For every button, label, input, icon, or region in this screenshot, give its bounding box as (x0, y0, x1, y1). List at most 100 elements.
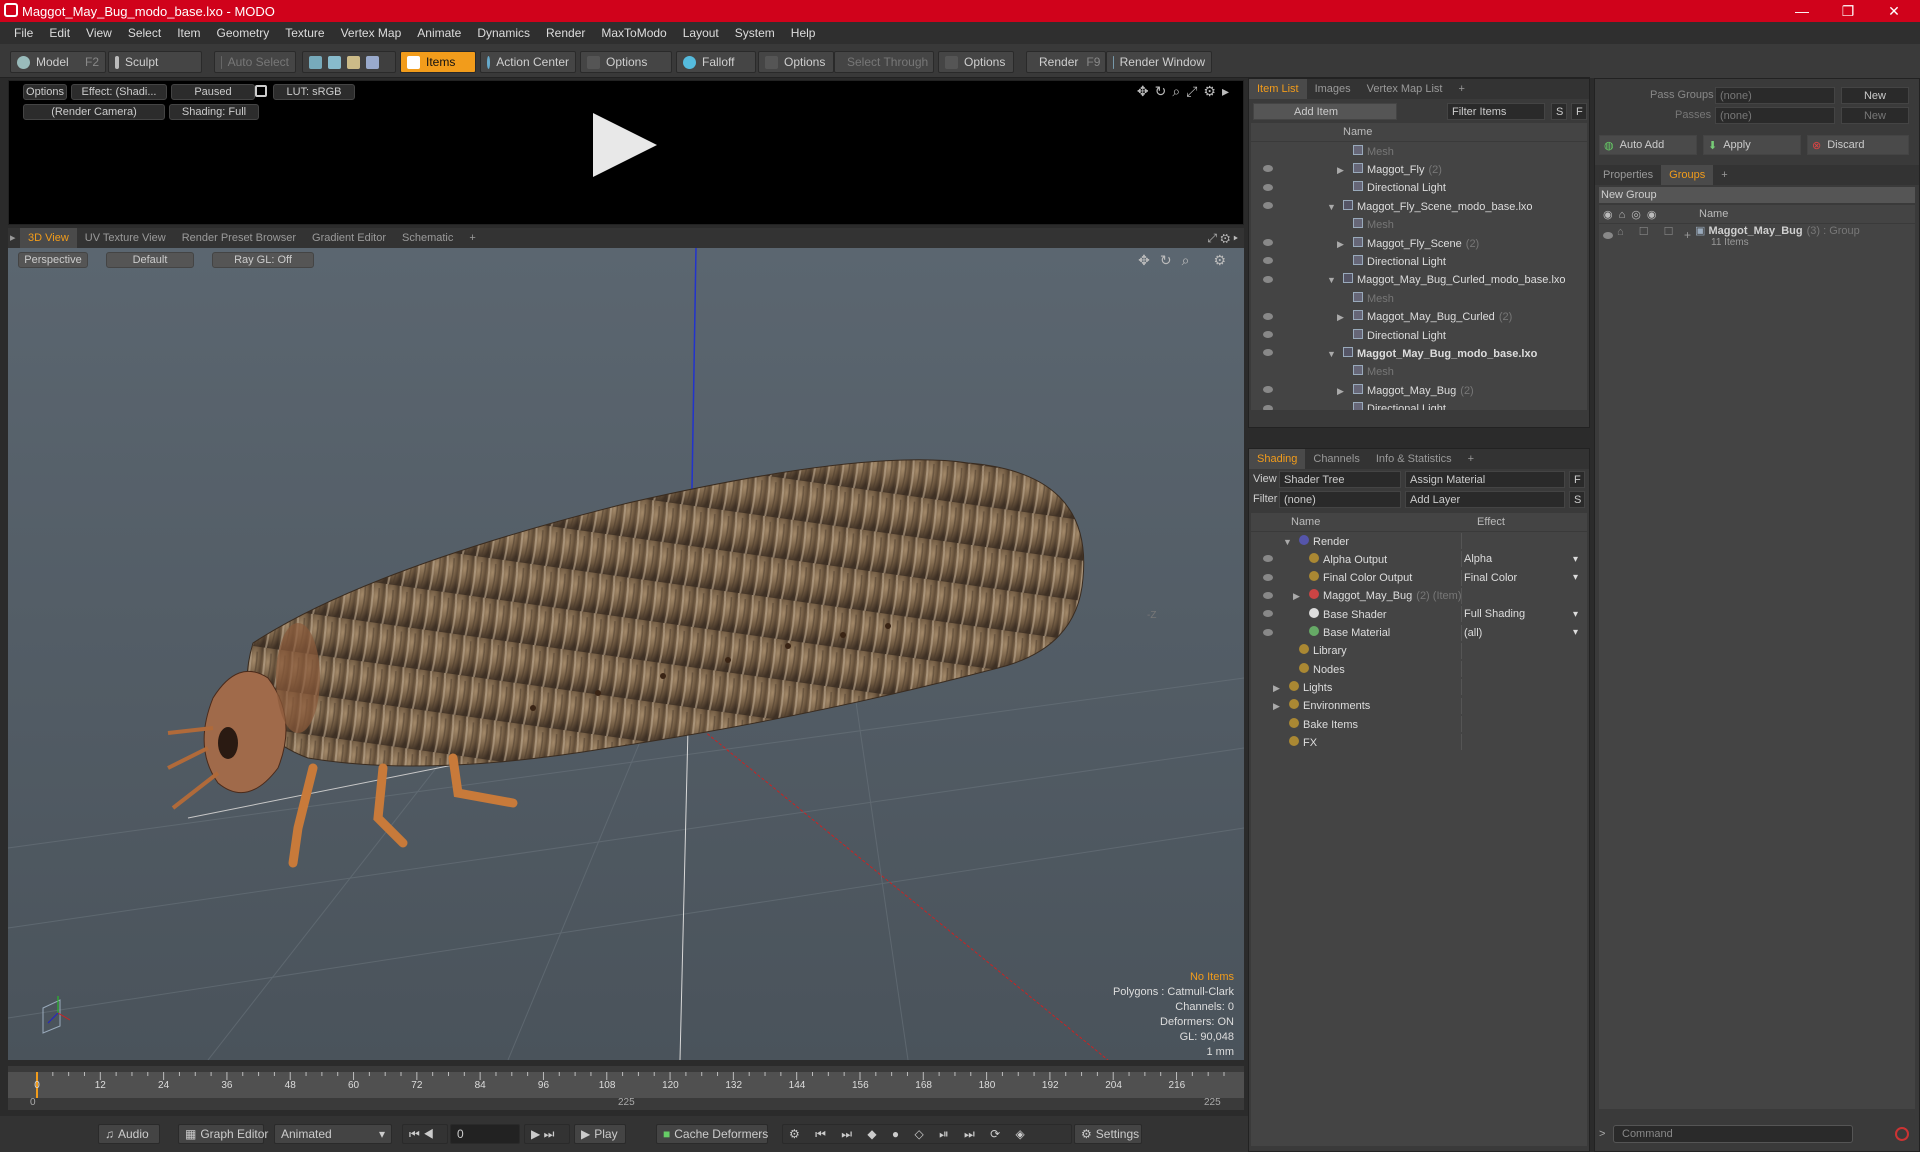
menu-maxtomodo[interactable]: MaxToModo (601, 26, 666, 40)
close-icon[interactable]: ✕ (1872, 0, 1916, 22)
render-window-button[interactable]: Render Window (1106, 51, 1212, 73)
expand-arrow-icon[interactable]: ▼ (1327, 202, 1339, 212)
chevron-down-icon[interactable]: ▾ (1573, 554, 1578, 565)
f-toggle[interactable]: F (1571, 103, 1587, 120)
record-macro-icon[interactable] (1895, 1127, 1909, 1141)
view-dropdown[interactable]: Shader Tree (1279, 471, 1401, 488)
s-toggle[interactable]: S (1551, 103, 1567, 120)
menu-help[interactable]: Help (791, 26, 816, 40)
item-list-row[interactable]: ▼ Maggot_May_Bug_Curled_modo_base.lxo (1251, 271, 1587, 289)
shader-tree-row[interactable]: ▼ Render (1251, 532, 1587, 550)
visibility-eye-icon[interactable] (1263, 386, 1273, 394)
select-through-options-button[interactable]: Options (938, 51, 1014, 73)
polygons-icon[interactable] (347, 55, 360, 69)
expand-arrow-icon[interactable]: ▶ (1337, 239, 1349, 250)
timeline[interactable]: 0 12 24 36 48 60 72 84 96 108 120 132 144 156 168 180 19… (8, 1066, 1244, 1110)
maggot-model[interactable] (167, 459, 1085, 868)
3d-viewport[interactable]: Perspective Default Ray GL: Off ✥ ↻ ⌕ ⚙ -Z … (8, 248, 1244, 1060)
shader-tree-row[interactable]: Alpha Output Alpha ▾ (1251, 550, 1587, 568)
shader-tree-row[interactable]: Nodes (1251, 660, 1587, 678)
visibility-eye-icon[interactable] (1263, 331, 1273, 338)
expand-arrow-icon[interactable]: ▶ (1337, 165, 1349, 176)
apply-button[interactable]: ⬇ Apply (1703, 135, 1801, 155)
auto-add-button[interactable]: ◍ Auto Add (1599, 135, 1697, 155)
items-mode-button[interactable]: Items (400, 51, 476, 73)
visibility-eye-icon[interactable] (1263, 628, 1273, 636)
item-list-row[interactable]: Mesh (1251, 216, 1587, 234)
visibility-eye-icon[interactable] (1263, 165, 1273, 173)
action-center-button[interactable]: Action Center (480, 51, 576, 73)
audio-button[interactable]: ♫ Audio (98, 1124, 160, 1144)
menu-file[interactable]: File (14, 26, 33, 40)
selection-mode-icons[interactable] (302, 51, 396, 73)
tab-groups[interactable]: Groups (1661, 165, 1714, 185)
menu-select[interactable]: Select (128, 26, 161, 40)
render-camera-dropdown[interactable]: (Render Camera) (23, 104, 165, 120)
visibility-eye-icon[interactable] (1263, 555, 1273, 563)
filter-items-input[interactable]: Filter Items (1447, 103, 1545, 120)
shading-dropdown[interactable]: Shading: Full (169, 104, 259, 120)
tab-render-preset-browser[interactable]: Render Preset Browser (174, 228, 304, 248)
default-style-dropdown[interactable]: Default (106, 252, 194, 268)
visibility-eye-icon[interactable] (1263, 404, 1273, 410)
visibility-eye-icon[interactable] (1263, 349, 1273, 357)
expand-arrow-icon[interactable]: ▼ (1327, 275, 1339, 285)
add-tab-icon[interactable]: + (461, 228, 483, 248)
effect-dropdown[interactable]: Effect: (Shadi... (71, 84, 167, 100)
passes-dropdown[interactable]: (none) (1715, 107, 1835, 124)
visibility-eye-icon[interactable] (1603, 232, 1613, 239)
rotate-icon[interactable]: ↻ (1155, 83, 1167, 100)
tab-3d-view[interactable]: 3D View (20, 228, 77, 248)
vertices-icon[interactable] (309, 55, 322, 69)
layer-effect[interactable]: Final Color (1461, 569, 1581, 586)
panel-menu-icon[interactable]: ▸ (8, 228, 20, 248)
item-list-row[interactable]: ▶ Maggot_May_Bug (2) (1251, 381, 1587, 399)
checkbox-icon[interactable] (945, 55, 958, 69)
key-controls[interactable]: ⚙ ⏮ ⏭ ◆ ● ◇ ⏯ ⏭ ⟳ ◈ (782, 1124, 1072, 1144)
f-toggle[interactable]: F (1569, 471, 1585, 488)
checkbox-icon[interactable] (587, 55, 600, 69)
play-render-icon[interactable] (593, 113, 657, 177)
shader-tree-row[interactable]: FX (1251, 733, 1587, 751)
frame-field[interactable]: 0 (450, 1124, 520, 1144)
select-through-button[interactable]: Select Through (834, 51, 934, 73)
expand-arrow-icon[interactable]: ▶ (1273, 683, 1285, 694)
tab-shading[interactable]: Shading (1249, 449, 1306, 469)
item-list-row[interactable]: ▶ Maggot_Fly_Scene (2) (1251, 234, 1587, 252)
zoom-icon[interactable]: ⌕ (1172, 83, 1180, 100)
menu-geometry[interactable]: Geometry (217, 26, 270, 40)
animated-dropdown[interactable]: Animated ▾ (274, 1124, 392, 1144)
visibility-eye-icon[interactable] (1263, 183, 1273, 191)
settings-button[interactable]: ⚙ Settings (1074, 1124, 1142, 1144)
pass-groups-dropdown[interactable]: (none) (1715, 87, 1835, 104)
menu-system[interactable]: System (735, 26, 775, 40)
new-pass-group-button[interactable]: New (1841, 87, 1909, 104)
shader-tree-row[interactable]: Base Shader Full Shading ▾ (1251, 605, 1587, 623)
move-icon[interactable]: ✥ (1137, 83, 1149, 100)
shader-tree-row[interactable]: ▶ Environments (1251, 697, 1587, 715)
lock-icon[interactable] (255, 85, 267, 97)
visibility-eye-icon[interactable] (1263, 257, 1273, 265)
item-list-row[interactable]: ▶ Maggot_Fly (2) (1251, 160, 1587, 178)
perspective-dropdown[interactable]: Perspective (18, 252, 88, 268)
chevron-down-icon[interactable]: ▾ (1573, 609, 1578, 620)
expand-arrow-icon[interactable]: ▼ (1283, 537, 1295, 547)
group-toggles[interactable]: ⌂ ☐ ☐ (1617, 225, 1679, 238)
model-mode-button[interactable]: Model F2 (10, 51, 106, 73)
falloff-options-button[interactable]: Options (758, 51, 834, 73)
visibility-eye-icon[interactable] (1263, 573, 1273, 581)
play-button[interactable]: ▶ Play (574, 1124, 626, 1144)
menu-view[interactable]: View (86, 26, 112, 40)
graph-editor-button[interactable]: ▦ Graph Editor (178, 1124, 268, 1144)
visibility-eye-icon[interactable] (1263, 312, 1273, 320)
item-list-row[interactable]: Mesh (1251, 289, 1587, 307)
falloff-button[interactable]: Falloff (676, 51, 756, 73)
layer-effect[interactable]: Full Shading (1461, 606, 1581, 623)
render-options-button[interactable]: Options (23, 84, 67, 100)
raygl-dropdown[interactable]: Ray GL: Off (212, 252, 314, 268)
item-list-row[interactable]: Directional Light (1251, 252, 1587, 270)
minimize-icon[interactable]: — (1780, 0, 1824, 22)
add-tab-icon[interactable]: + (1713, 165, 1735, 185)
cache-deformers-button[interactable]: ■ Cache Deformers (656, 1124, 768, 1144)
filter-dropdown[interactable]: (none) (1279, 491, 1401, 508)
